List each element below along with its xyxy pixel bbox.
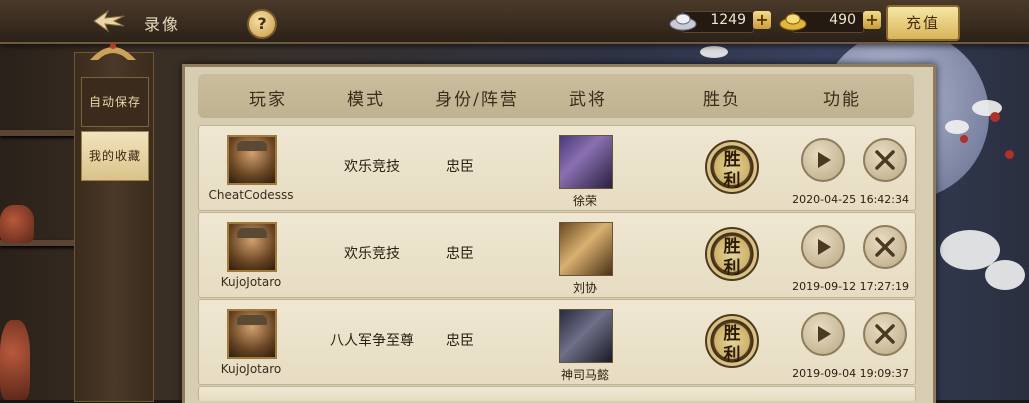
play-button[interactable] xyxy=(801,138,845,182)
tab-my-favorites[interactable]: 我的收藏 xyxy=(81,131,149,181)
table-row: KujoJotaro 欢乐竞技 忠臣 刘协 胜 利 2019-09-12 17:… xyxy=(198,212,916,298)
general-portrait xyxy=(559,135,613,189)
play-button[interactable] xyxy=(801,225,845,269)
avatar xyxy=(227,309,277,359)
top-bar: 录像 ? 1249 + 490 + 充值 xyxy=(0,0,1029,44)
game-mode: 八人军争至尊 xyxy=(330,333,414,349)
general-name: 神司马懿 xyxy=(560,368,609,382)
header-actions: 功能 xyxy=(823,90,861,110)
gold-amount: 490 xyxy=(829,12,856,28)
game-mode: 欢乐竞技 xyxy=(344,159,400,175)
play-icon xyxy=(818,239,831,255)
player-name: CheatCodesss xyxy=(208,188,294,202)
general-name: 刘协 xyxy=(572,281,597,295)
sidebar: 自动保存 我的收藏 xyxy=(74,52,154,402)
berry xyxy=(960,135,968,143)
page-title: 录像 xyxy=(144,15,181,34)
berry xyxy=(1005,150,1014,159)
delete-button[interactable] xyxy=(863,225,907,269)
berry xyxy=(990,112,1000,122)
blossom xyxy=(945,120,969,134)
add-silver-button[interactable]: + xyxy=(753,11,771,29)
result-seal: 胜 利 xyxy=(705,227,759,281)
game-mode: 欢乐竞技 xyxy=(344,246,400,262)
avatar xyxy=(227,222,277,272)
general-portrait xyxy=(559,309,613,363)
blossom xyxy=(700,46,728,58)
shelf xyxy=(0,130,80,136)
vase xyxy=(0,205,34,243)
add-gold-button[interactable]: + xyxy=(863,11,881,29)
table-row xyxy=(198,386,916,401)
avatar xyxy=(227,135,277,185)
replay-time: 2019-09-12 17:27:19 xyxy=(792,280,909,293)
table-row: KujoJotaro 八人军争至尊 忠臣 神司马懿 胜 利 2019-09-04… xyxy=(198,299,916,385)
play-button[interactable] xyxy=(801,312,845,356)
close-icon xyxy=(875,150,895,170)
header-result: 胜负 xyxy=(703,90,741,110)
result-seal: 胜 利 xyxy=(705,140,759,194)
header-mode: 模式 xyxy=(347,90,385,110)
silver-amount: 1249 xyxy=(710,12,746,28)
replay-time: 2020-04-25 16:42:34 xyxy=(792,193,909,206)
close-icon xyxy=(875,324,895,344)
delete-button[interactable] xyxy=(863,312,907,356)
silver-ingot-icon xyxy=(669,13,697,31)
help-button[interactable]: ? xyxy=(247,9,277,39)
player-name: KujoJotaro xyxy=(220,275,282,289)
general-name: 徐荣 xyxy=(572,194,597,208)
recharge-button[interactable]: 充值 xyxy=(886,5,960,41)
player-name: KujoJotaro xyxy=(220,362,282,376)
header-general: 武将 xyxy=(569,90,607,110)
identity: 忠臣 xyxy=(446,246,474,262)
ornament-icon xyxy=(90,43,136,60)
close-icon xyxy=(875,237,895,257)
header-player: 玩家 xyxy=(249,90,287,110)
blossom xyxy=(985,260,1025,290)
header-identity: 身份/阵营 xyxy=(435,90,519,110)
silver-currency: 1249 + xyxy=(668,8,772,34)
general-portrait xyxy=(559,222,613,276)
gold-currency: 490 + xyxy=(778,8,882,34)
identity: 忠臣 xyxy=(446,333,474,349)
back-icon[interactable] xyxy=(92,8,126,34)
vase xyxy=(0,320,30,400)
table-row: CheatCodesss 欢乐竞技 忠臣 徐荣 胜 利 2020-04-25 1… xyxy=(198,125,916,211)
delete-button[interactable] xyxy=(863,138,907,182)
play-icon xyxy=(818,326,831,342)
table-header: 玩家 模式 身份/阵营 武将 胜负 功能 xyxy=(198,74,914,118)
play-icon xyxy=(818,152,831,168)
replay-time: 2019-09-04 19:09:37 xyxy=(792,367,909,380)
tab-auto-save[interactable]: 自动保存 xyxy=(81,77,149,127)
result-seal: 胜 利 xyxy=(705,314,759,368)
identity: 忠臣 xyxy=(446,159,474,175)
gold-ingot-icon xyxy=(779,13,807,31)
